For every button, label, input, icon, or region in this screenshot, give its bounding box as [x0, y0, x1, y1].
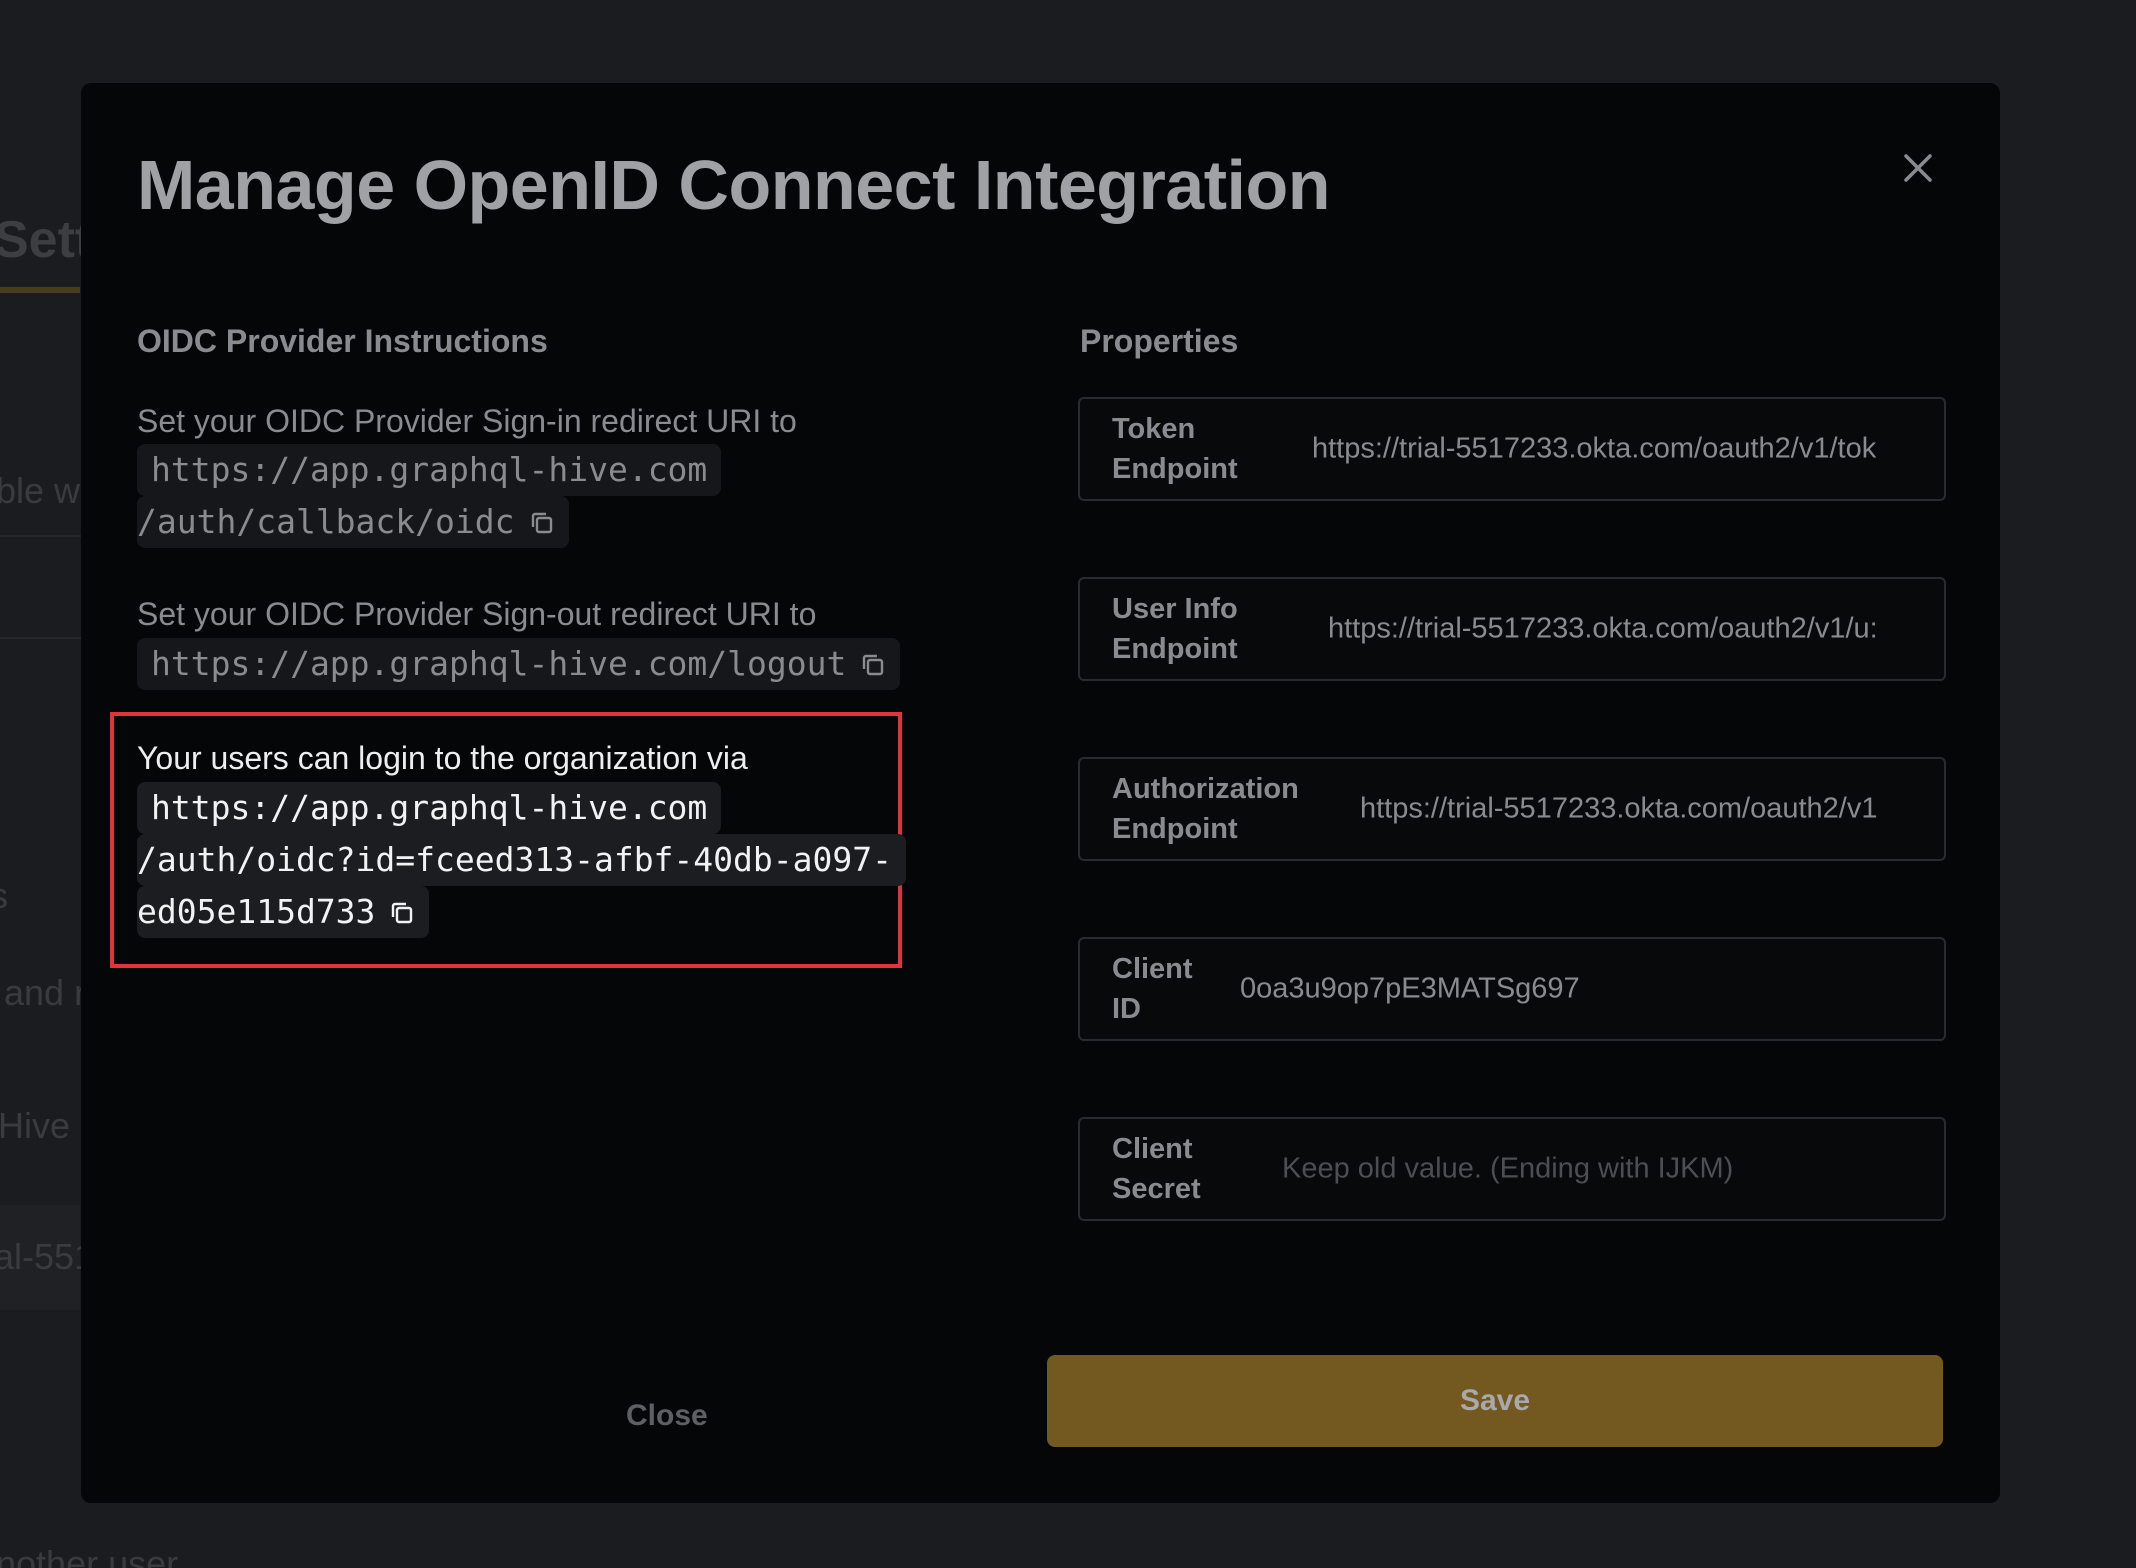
oidc-modal: Manage OpenID Connect Integration OIDC P…	[81, 83, 2000, 1503]
background-text: al-551	[0, 1236, 95, 1277]
field-label: Authorization Endpoint	[1112, 769, 1312, 849]
copy-icon[interactable]	[860, 641, 886, 676]
signin-uri: https://app.graphql-hive.com /auth/callb…	[137, 444, 722, 548]
authorization-endpoint-field[interactable]: Authorization Endpoint https://trial-5517…	[1078, 757, 1946, 861]
field-label-line: ID	[1112, 993, 1141, 1025]
background-text: s	[0, 875, 8, 917]
client-id-field[interactable]: Client ID 0oa3u9op7pE3MATSg697	[1078, 937, 1946, 1041]
field-label-line: User Info	[1112, 593, 1238, 625]
field-label: User Info Endpoint	[1112, 589, 1312, 669]
copy-icon[interactable]	[389, 889, 415, 924]
copy-icon[interactable]	[529, 499, 555, 534]
signin-uri-text: /auth/callback/oidc	[137, 502, 515, 541]
login-uri-text: ed05e115d733	[137, 892, 376, 931]
properties-heading: Properties	[1080, 323, 1239, 359]
client-secret-field[interactable]: Client Secret Keep old value. (Ending wit…	[1078, 1117, 1946, 1221]
close-icon[interactable]	[1893, 143, 1943, 193]
login-uri: https://app.graphql-hive.com /auth/oidc?…	[137, 782, 906, 938]
field-label-line: Endpoint	[1112, 633, 1238, 665]
token-endpoint-field[interactable]: Token Endpoint https://trial-5517233.okta…	[1078, 397, 1946, 501]
field-label-line: Client	[1112, 1133, 1193, 1165]
modal-title: Manage OpenID Connect Integration	[137, 146, 1331, 224]
token-endpoint-input[interactable]: https://trial-5517233.okta.com/oauth2/v1…	[1312, 433, 1914, 466]
user-info-endpoint-input[interactable]: https://trial-5517233.okta.com/oauth2/v1…	[1328, 613, 1914, 646]
field-label-line: Secret	[1112, 1173, 1201, 1205]
instructions-heading: OIDC Provider Instructions	[137, 323, 548, 359]
signout-uri: https://app.graphql-hive.com/logout	[137, 638, 901, 690]
client-secret-input[interactable]: Keep old value. (Ending with IJKM)	[1282, 1153, 1914, 1186]
background-text: nother user	[0, 1543, 179, 1568]
signout-uri-text: https://app.graphql-hive.com/logout	[151, 644, 847, 683]
background-text: ble w	[0, 470, 81, 511]
field-label-line: Endpoint	[1112, 813, 1238, 845]
signin-label: Set your OIDC Provider Sign-in redirect …	[137, 403, 797, 439]
login-label: Your users can login to the organization…	[137, 740, 748, 776]
login-uri-line2: /auth/oidc?id=fceed313-afbf-40db-a097-	[137, 834, 906, 886]
login-uri-line3: ed05e115d733	[137, 886, 430, 938]
client-id-input[interactable]: 0oa3u9op7pE3MATSg697	[1240, 973, 1914, 1006]
signout-uri-line: https://app.graphql-hive.com/logout	[137, 638, 901, 690]
authorization-endpoint-input[interactable]: https://trial-5517233.okta.com/oauth2/v1	[1360, 793, 1914, 826]
background-tab-underline	[0, 287, 80, 293]
screen: Setti ble w s and r Hive al-551 nother u…	[0, 0, 2136, 1568]
field-label-line: Client	[1112, 953, 1193, 985]
field-label-line: Token	[1112, 413, 1196, 445]
save-button[interactable]: Save	[1047, 1355, 1943, 1447]
signin-uri-line1: https://app.graphql-hive.com	[137, 444, 722, 496]
field-label-line: Endpoint	[1112, 453, 1238, 485]
background-text: Hive	[0, 1105, 71, 1146]
background-text: and r	[4, 972, 87, 1013]
field-label-line: Authorization	[1112, 773, 1299, 805]
signout-label: Set your OIDC Provider Sign-out redirect…	[137, 596, 817, 632]
signin-uri-line2: /auth/callback/oidc	[137, 496, 569, 548]
user-info-endpoint-field[interactable]: User Info Endpoint https://trial-5517233.…	[1078, 577, 1946, 681]
field-label: Token Endpoint	[1112, 409, 1312, 489]
close-button[interactable]: Close	[506, 1371, 826, 1461]
login-uri-line1: https://app.graphql-hive.com	[137, 782, 722, 834]
